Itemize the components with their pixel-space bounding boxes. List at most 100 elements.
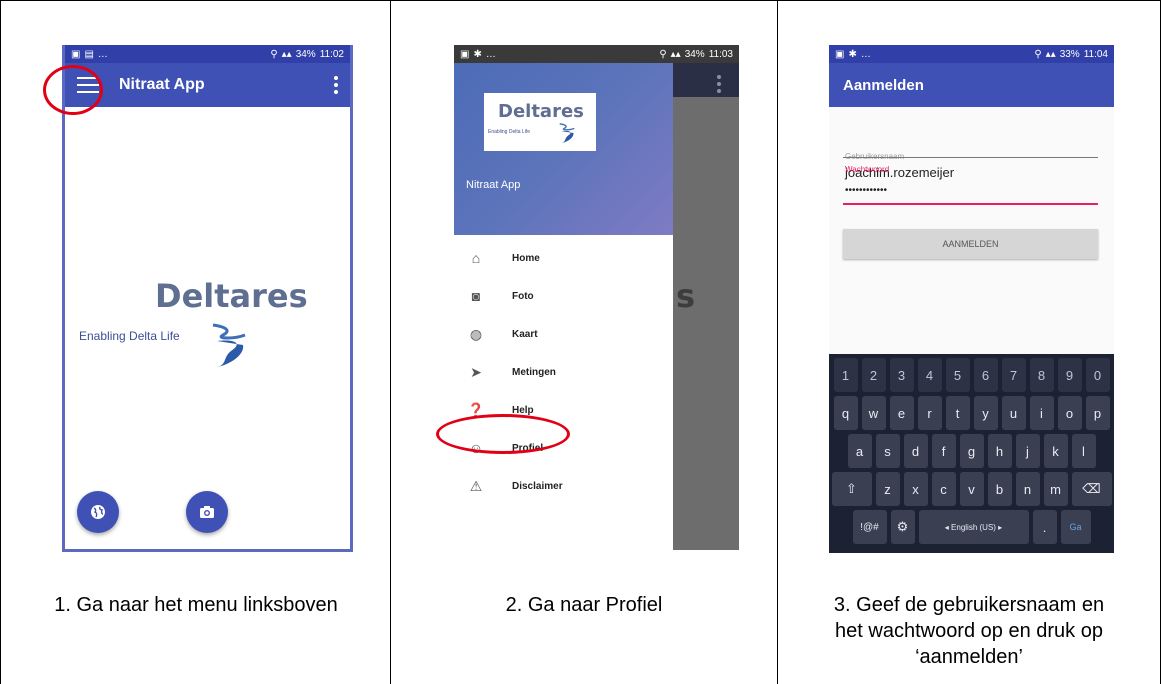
key[interactable]: g — [959, 434, 984, 468]
key[interactable]: y — [973, 396, 998, 430]
keyboard-row-4: !@# ⚙ ◂ English (US) ▸ . Ga — [832, 510, 1111, 544]
key[interactable]: k — [1043, 434, 1068, 468]
table-border-left — [0, 0, 1, 684]
key[interactable]: q — [833, 396, 858, 430]
key[interactable]: 0 — [1085, 358, 1110, 392]
status-time: 11:02 — [319, 48, 344, 60]
more-options-icon — [717, 75, 721, 93]
settings-key[interactable]: ⚙ — [890, 510, 915, 544]
key[interactable]: b — [987, 472, 1012, 506]
key[interactable]: u — [1001, 396, 1026, 430]
symbols-key[interactable]: !@# — [852, 510, 887, 544]
status-bar: ▣ ✱… ⚲ ▴▴ 34% 11:03 — [454, 45, 739, 63]
key[interactable]: x — [903, 472, 928, 506]
keyboard-row-1: q w e r t y u i o p — [832, 396, 1111, 430]
key[interactable]: t — [945, 396, 970, 430]
shift-key[interactable]: ⇧ — [831, 472, 872, 506]
space-key[interactable]: ◂ English (US) ▸ — [918, 510, 1029, 544]
key[interactable]: e — [889, 396, 914, 430]
camera-fab[interactable] — [186, 491, 228, 533]
warning-icon: ⚠ — [469, 477, 483, 494]
dimmed-app-bar — [673, 63, 739, 97]
on-screen-keyboard: 1 2 3 4 5 6 7 8 9 0 q w e r t y u i o p … — [829, 354, 1114, 553]
app-bar: Aanmelden — [829, 63, 1114, 107]
more-options-icon[interactable] — [334, 76, 338, 94]
key[interactable]: 2 — [861, 358, 886, 392]
caption-step-3-line-2: het wachtwoord op en druk op — [835, 620, 1103, 642]
highlight-ring-profiel — [436, 414, 570, 454]
drawer-app-name: Nitraat App — [466, 179, 521, 191]
key[interactable]: p — [1085, 396, 1110, 430]
status-time: 11:04 — [1083, 48, 1108, 60]
page-title: Aanmelden — [843, 76, 924, 94]
key[interactable]: n — [1015, 472, 1040, 506]
period-key[interactable]: . — [1032, 510, 1057, 544]
camera-icon — [200, 506, 214, 518]
logo-tagline-wrap: Enabling Delta Life — [79, 329, 180, 343]
logo-tagline: Enabling Delta Life — [79, 329, 180, 343]
key[interactable]: j — [1015, 434, 1040, 468]
key[interactable]: h — [987, 434, 1012, 468]
key[interactable]: a — [847, 434, 872, 468]
status-bar: ▣ ✱… ⚲ ▴▴ 33% 11:04 — [829, 45, 1114, 63]
send-icon: ➤ — [470, 363, 482, 380]
key[interactable]: 1 — [833, 358, 858, 392]
menu-item-label: Disclaimer — [512, 480, 563, 492]
key[interactable]: f — [931, 434, 956, 468]
key[interactable]: c — [931, 472, 956, 506]
key[interactable]: o — [1057, 396, 1082, 430]
backspace-key[interactable]: ⌫ — [1071, 472, 1112, 506]
key[interactable]: r — [917, 396, 942, 430]
phone-screen-login: ▣✱… ⚲ ▴▴ 33% 11:04 Aanmelden Gebruikersn… — [829, 45, 1114, 553]
key[interactable]: 8 — [1029, 358, 1054, 392]
dimmed-logo-fragment: s — [676, 277, 696, 315]
key[interactable]: i — [1029, 396, 1054, 430]
logo-wordmark: Deltares — [498, 101, 584, 122]
menu-item-kaart[interactable]: ◍ Kaart — [454, 315, 673, 353]
battery-level: 33% — [1059, 48, 1080, 60]
keyboard-row-3: ⇧ z x c v b n m ⌫ — [831, 472, 1112, 506]
key[interactable]: 6 — [973, 358, 998, 392]
key[interactable]: 4 — [917, 358, 942, 392]
signal-icon: ▴▴ — [670, 48, 681, 60]
table-top-border — [0, 0, 1161, 1]
app-title: Nitraat App — [119, 76, 205, 93]
gear-icon: ⚙ — [896, 519, 909, 534]
highlight-ring-menu — [43, 65, 103, 115]
battery-level: 34% — [684, 48, 705, 60]
key[interactable]: 5 — [945, 358, 970, 392]
shift-icon: ⇧ — [846, 481, 857, 496]
key[interactable]: l — [1071, 434, 1096, 468]
menu-item-disclaimer[interactable]: ⚠ Disclaimer — [454, 467, 673, 505]
signal-icon: ▴▴ — [1045, 48, 1056, 60]
menu-item-metingen[interactable]: ➤ Metingen — [454, 353, 673, 391]
key[interactable]: v — [959, 472, 984, 506]
menu-item-foto[interactable]: ◙ Foto — [454, 277, 673, 315]
location-icon: ⚲ — [659, 48, 667, 60]
home-icon: ⌂ — [471, 250, 481, 266]
caption-step-2: 2. Ga naar Profiel — [505, 594, 663, 616]
password-underline — [843, 203, 1098, 205]
key[interactable]: 9 — [1057, 358, 1082, 392]
table-border-1 — [390, 0, 391, 684]
map-fab[interactable] — [77, 491, 119, 533]
caption-step-1: 1. Ga naar het menu linksboven — [54, 594, 338, 616]
drawer-header: Deltares Enabling Delta Life Nitraat App — [454, 63, 673, 235]
menu-item-home[interactable]: ⌂ Home — [454, 239, 673, 277]
key[interactable]: z — [875, 472, 900, 506]
key[interactable]: 3 — [889, 358, 914, 392]
backspace-icon: ⌫ — [1082, 481, 1101, 496]
menu-item-label: Foto — [512, 290, 534, 302]
key[interactable]: m — [1043, 472, 1068, 506]
logo-wordmark: Deltares — [155, 277, 308, 315]
caption-step-3: 3. Geef de gebruikersnaam en het wachtwo… — [784, 592, 1154, 670]
battery-level: 34% — [295, 48, 316, 60]
key[interactable]: 7 — [1001, 358, 1026, 392]
go-key[interactable]: Ga — [1060, 510, 1091, 544]
key[interactable]: w — [861, 396, 886, 430]
key[interactable]: d — [903, 434, 928, 468]
caption-step-3-line-1: 3. Geef de gebruikersnaam en — [833, 594, 1105, 616]
login-button[interactable]: AANMELDEN — [843, 229, 1098, 259]
password-field[interactable]: •••••••••••• — [845, 185, 887, 196]
key[interactable]: s — [875, 434, 900, 468]
